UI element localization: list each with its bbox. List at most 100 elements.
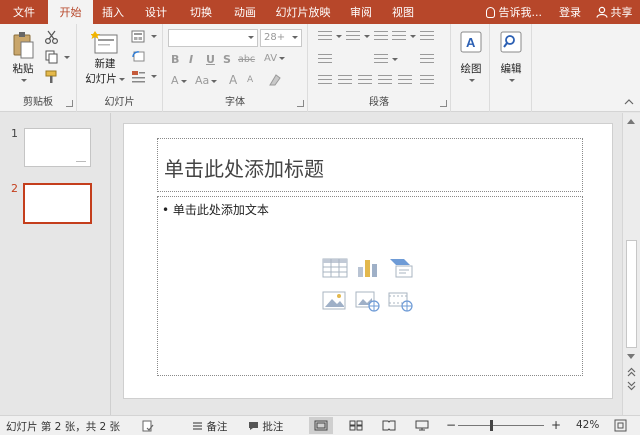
content-placeholder[interactable]: • 单击此处添加文本 <box>157 196 583 376</box>
clipboard-launcher-icon[interactable] <box>66 100 73 107</box>
numbering-dropdown-icon[interactable] <box>364 35 370 38</box>
text-direction-icon[interactable] <box>420 31 434 43</box>
scroll-down-icon[interactable] <box>627 354 635 359</box>
char-spacing-button[interactable]: AV <box>264 53 286 64</box>
layout-dropdown-icon[interactable] <box>151 35 157 38</box>
slide-thumbnail-1[interactable] <box>24 128 91 167</box>
scroll-up-icon[interactable] <box>627 119 635 124</box>
font-size-combo[interactable]: 28+ <box>260 29 302 47</box>
smartart-icon[interactable] <box>420 54 434 66</box>
strikethrough-button[interactable]: abc <box>238 54 255 65</box>
zoom-slider-thumb[interactable] <box>490 420 494 431</box>
spell-check-icon[interactable] <box>142 420 154 432</box>
comments-label: 批注 <box>262 421 284 433</box>
section-dropdown-icon[interactable] <box>151 75 157 78</box>
slideshow-button[interactable] <box>410 417 434 434</box>
font-name-combo[interactable] <box>168 29 258 47</box>
tab-slideshow[interactable]: 幻灯片放映 <box>267 0 339 24</box>
tab-design[interactable]: 设计 <box>133 0 179 24</box>
group-drawing[interactable]: A 绘图 <box>451 24 490 112</box>
login-link[interactable]: 登录 <box>552 0 588 24</box>
text-box-options-icon[interactable] <box>420 75 434 87</box>
clear-format-icon[interactable] <box>267 73 283 87</box>
group-editing[interactable]: 编辑 <box>490 24 532 112</box>
insert-video-icon[interactable] <box>388 290 414 312</box>
align-text-icon[interactable] <box>374 54 388 66</box>
tab-transitions[interactable]: 切换 <box>179 0 223 24</box>
align-right-icon[interactable] <box>358 75 372 87</box>
numbering-icon[interactable] <box>346 31 360 43</box>
drawing-button[interactable]: A 绘图 <box>456 30 486 82</box>
layout-icon[interactable] <box>131 30 147 44</box>
bold-button[interactable]: B <box>171 53 179 66</box>
align-left-icon[interactable] <box>318 75 332 87</box>
paragraph-launcher-icon[interactable] <box>440 100 447 107</box>
bullets-dropdown-icon[interactable] <box>336 35 342 38</box>
tell-me-search[interactable]: 告诉我... <box>480 0 553 24</box>
columns-icon[interactable] <box>398 75 412 87</box>
comments-button[interactable]: 批注 <box>248 419 283 434</box>
change-case-button[interactable]: Aa <box>195 74 218 87</box>
editing-label: 编辑 <box>500 63 522 75</box>
editing-button[interactable]: 编辑 <box>496 30 526 82</box>
tab-review[interactable]: 审阅 <box>339 0 383 24</box>
line-spacing-dropdown-icon[interactable] <box>410 35 416 38</box>
vertical-scrollbar[interactable] <box>622 113 640 415</box>
tab-animations[interactable]: 动画 <box>223 0 267 24</box>
title-placeholder[interactable]: 单击此处添加标题 <box>157 138 583 192</box>
next-slide-icon[interactable] <box>627 381 636 391</box>
align-center-icon[interactable] <box>338 75 352 87</box>
font-color-dropdown[interactable]: A <box>171 74 187 87</box>
notes-button[interactable]: 备注 <box>192 419 227 434</box>
tab-view[interactable]: 视图 <box>383 0 423 24</box>
align-text-dropdown-icon[interactable] <box>392 58 398 61</box>
tab-home[interactable]: 开始 <box>48 0 93 24</box>
reset-slide-icon[interactable] <box>131 50 147 64</box>
grow-font-button[interactable]: A <box>229 73 237 87</box>
shadow-button[interactable]: S <box>223 53 231 66</box>
slide-sorter-icon <box>349 420 363 431</box>
format-painter-icon[interactable] <box>44 70 60 84</box>
previous-slide-icon[interactable] <box>627 367 636 377</box>
paste-label: 粘贴 <box>12 63 34 75</box>
section-icon[interactable] <box>131 70 147 84</box>
line-spacing-icon[interactable] <box>392 31 406 43</box>
justify-icon[interactable] <box>378 75 392 87</box>
indent-icon[interactable] <box>318 54 332 66</box>
collapse-ribbon-icon[interactable] <box>624 98 634 106</box>
slide-sorter-button[interactable] <box>344 417 368 434</box>
zoom-slider[interactable] <box>458 420 544 431</box>
share-button[interactable]: 共享 <box>588 0 640 24</box>
zoom-level[interactable]: 42% <box>576 419 599 431</box>
ribbon-tab-bar: 文件 开始 插入 设计 切换 动画 幻灯片放映 审阅 视图 告诉我... 登录 … <box>0 0 640 24</box>
insert-online-picture-icon[interactable] <box>355 290 381 312</box>
paste-button[interactable]: 粘贴 <box>8 30 38 82</box>
font-launcher-icon[interactable] <box>297 100 304 107</box>
underline-button[interactable]: U <box>206 53 215 66</box>
normal-view-button[interactable] <box>309 417 333 434</box>
scrollbar-thumb[interactable] <box>626 240 637 348</box>
italic-button[interactable]: I <box>189 53 193 66</box>
current-slide[interactable]: 单击此处添加标题 • 单击此处添加文本 <box>123 123 613 399</box>
cut-icon[interactable] <box>44 30 60 44</box>
insert-chart-icon[interactable] <box>355 257 381 279</box>
fit-to-window-icon[interactable] <box>614 419 627 432</box>
tab-insert[interactable]: 插入 <box>93 0 133 24</box>
insert-smartart-icon[interactable] <box>388 257 414 279</box>
group-clipboard: 粘贴 剪贴板 <box>0 24 77 112</box>
paste-dropdown-icon[interactable] <box>21 79 27 82</box>
zoom-out-button[interactable]: − <box>446 418 456 432</box>
reading-view-button[interactable] <box>377 417 401 434</box>
group-paragraph: 段落 <box>308 24 451 112</box>
slide-thumbnail-2[interactable] <box>23 183 92 224</box>
bullets-icon[interactable] <box>318 31 332 43</box>
shrink-font-button[interactable]: A <box>247 75 253 85</box>
insert-table-icon[interactable] <box>322 257 348 279</box>
tab-file[interactable]: 文件 <box>0 0 48 24</box>
copy-dropdown-icon[interactable] <box>64 56 70 59</box>
new-slide-button[interactable]: 新建 幻灯片 <box>83 30 127 86</box>
decrease-indent-icon[interactable] <box>374 31 388 43</box>
insert-picture-icon[interactable] <box>322 290 348 312</box>
zoom-in-button[interactable]: + <box>551 418 561 432</box>
copy-icon[interactable] <box>44 50 60 64</box>
